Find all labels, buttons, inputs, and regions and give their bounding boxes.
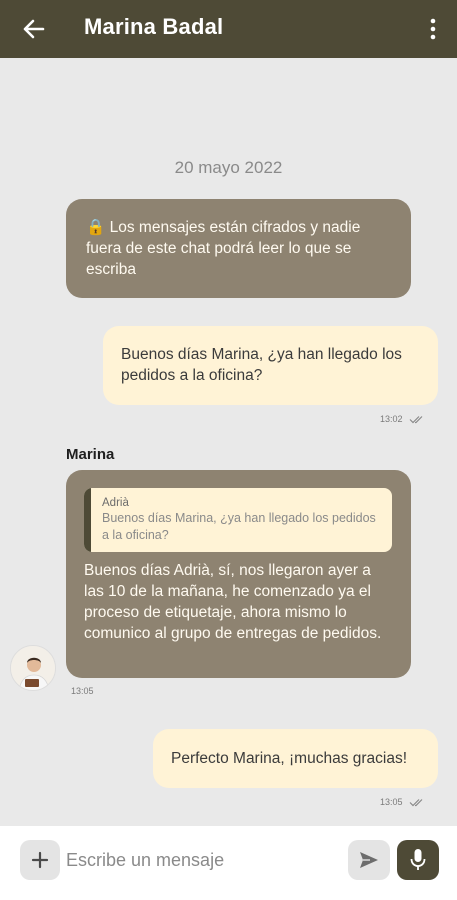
send-icon: [360, 852, 378, 868]
lock-icon: 🔒: [86, 219, 106, 236]
quoted-message[interactable]: Adrià Buenos días Marina, ¿ya han llegad…: [84, 488, 392, 552]
incoming-message[interactable]: Adrià Buenos días Marina, ¿ya han llegad…: [66, 470, 411, 678]
message-text: Buenos días Marina, ¿ya han llegado los …: [121, 346, 402, 384]
kebab-menu-icon: [430, 18, 436, 40]
sender-name: Marina: [66, 446, 115, 463]
quote-text: Buenos días Marina, ¿ya han llegado los …: [102, 511, 376, 542]
message-composer: [0, 826, 457, 900]
encryption-notice: 🔒 Los mensajes están cifrados y nadie fu…: [66, 199, 411, 298]
double-check-icon: [409, 415, 422, 423]
double-check-icon: [409, 798, 422, 806]
message-text: Perfecto Marina, ¡muchas gracias!: [171, 750, 408, 767]
back-button[interactable]: [18, 13, 50, 45]
person-avatar-icon: [11, 646, 55, 690]
message-meta: 13:05: [380, 797, 425, 807]
top-bar: Marina Badal: [0, 0, 457, 58]
voice-message-button[interactable]: [397, 840, 439, 880]
message-time: 13:05: [71, 686, 94, 696]
outgoing-message[interactable]: Buenos días Marina, ¿ya han llegado los …: [103, 326, 438, 405]
date-separator: 20 mayo 2022: [174, 158, 283, 177]
message-input[interactable]: [66, 840, 336, 880]
outgoing-message[interactable]: Perfecto Marina, ¡muchas gracias!: [153, 729, 438, 788]
microphone-icon: [410, 849, 426, 870]
message-time: 13:05: [380, 797, 403, 807]
message-time: 13:02: [380, 414, 403, 424]
message-meta: 13:02: [380, 414, 425, 424]
avatar[interactable]: [10, 645, 56, 691]
message-text: Buenos días Adrià, sí, nos llegaron ayer…: [84, 562, 382, 642]
more-options-button[interactable]: [421, 12, 445, 46]
attach-button[interactable]: [20, 840, 60, 880]
chat-title: Marina Badal: [84, 14, 224, 39]
quote-author: Adrià: [102, 497, 129, 509]
send-button[interactable]: [348, 840, 390, 880]
plus-icon: [31, 851, 49, 869]
quote-bar: [84, 488, 91, 552]
arrow-left-icon: [23, 19, 45, 39]
encryption-notice-text: Los mensajes están cifrados y nadie fuer…: [86, 219, 361, 278]
